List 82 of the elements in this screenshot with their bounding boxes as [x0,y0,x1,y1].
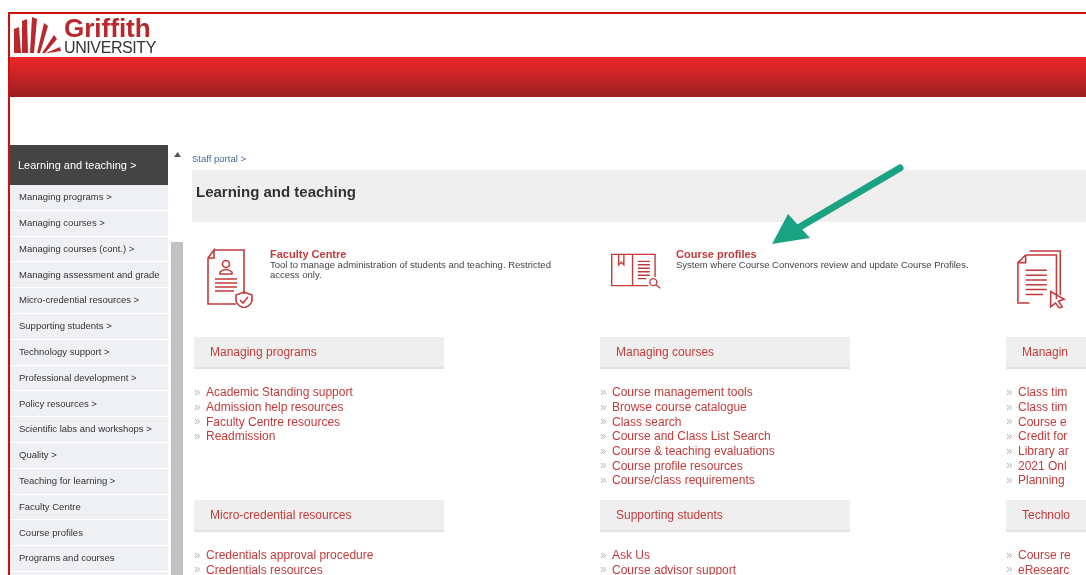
logo-wordmark: Griffith [64,17,151,39]
sidebar-item[interactable]: Programs and courses [10,546,168,572]
bullet-icon [195,404,200,410]
bullet-icon [1007,477,1012,483]
bullet-icon [601,567,606,573]
sidebar-item[interactable]: Policy resources > [10,391,168,418]
scroll-up-icon[interactable] [173,152,181,157]
bullet-icon [1007,552,1012,558]
bullet-icon [601,463,606,469]
breadcrumb-link[interactable]: Staff portal > [192,152,246,166]
sidebar-item[interactable]: Managing programs > [10,185,168,211]
logo-subtitle: UNIVERSITY [64,39,157,56]
section-title: Micro-credential resources [210,506,352,524]
resource-link[interactable]: Faculty Centre resources [206,414,341,429]
sidebar-item[interactable]: Course profiles [10,520,168,547]
sidebar-item[interactable]: Managing assessment and grade [10,262,168,289]
resource-link[interactable]: Browse course catalogue [612,400,747,415]
sidebar-item[interactable]: Scientific labs and workshops > [10,417,168,443]
resource-link[interactable]: Credentials resources [206,562,323,575]
bullet-icon [1007,419,1012,425]
bullet-icon [195,567,200,573]
bullet-icon [601,389,606,395]
resource-link[interactable]: Library ar [1018,444,1069,459]
section-title: Technolo [1022,506,1071,524]
resource-link[interactable]: Class search [612,414,682,429]
resource-link[interactable]: Credentials approval procedure [206,548,374,563]
sidebar-item[interactable]: Quality > [10,442,168,469]
resource-link[interactable]: Course profile resources [612,458,743,473]
sidebar-item[interactable]: Faculty Centre [10,494,168,521]
resource-link[interactable]: Credit for [1018,429,1068,444]
documents-icon [1016,248,1068,310]
resource-link[interactable]: Course and Class List Search [612,429,771,444]
tool-description: System where Course Convenors review and update Course Profiles. [676,260,970,270]
sidebar-item[interactable]: Managing courses > [10,210,168,237]
sidebar-item[interactable]: Managing courses (cont.) > [10,236,168,263]
tool-description: Tool to manage administration of students and teaching. Restricted access only. [270,260,552,280]
section-title: Managing courses [616,344,715,361]
resource-link[interactable]: Class tim [1018,385,1068,400]
resource-link[interactable]: Course/class requirements [612,473,755,488]
bullet-icon [1007,567,1012,573]
sidebar-item[interactable]: Technology support > [10,339,168,366]
tool-title-link[interactable]: Course profiles [676,248,757,260]
resource-link[interactable]: Admission help resources [206,400,344,415]
bullet-icon [601,477,606,483]
bullet-icon [1007,448,1012,454]
sidebar-item[interactable]: Supporting students > [10,314,168,340]
section-title: Managin [1022,344,1069,361]
bullet-icon [601,448,606,454]
resource-link[interactable]: Academic Standing support [206,385,353,400]
bullet-icon [601,433,606,439]
resource-link[interactable]: 2021 Onl [1018,458,1067,473]
bullet-icon [195,433,200,439]
resource-link[interactable]: Readmission [206,429,276,444]
bullet-icon [1007,404,1012,410]
sidebar-item[interactable]: Professional development > [10,365,168,392]
bullet-icon [195,552,200,558]
certificate-icon [206,248,254,308]
bullet-icon [195,419,200,425]
bullet-icon [601,552,606,558]
sidebar-heading[interactable]: Learning and teaching > [10,145,168,185]
section-title: Managing programs [210,344,317,361]
bullet-icon [1007,463,1012,469]
resource-link[interactable]: Class tim [1018,400,1068,415]
bullet-icon [601,404,606,410]
resource-link[interactable]: Course management tools [612,385,753,400]
resource-link[interactable]: eResearc [1018,562,1070,575]
tool-title-link[interactable]: Faculty Centre [270,248,347,260]
bullet-icon [1007,433,1012,439]
bullet-icon [195,389,200,395]
scrollbar-thumb[interactable] [171,242,183,575]
resource-link[interactable]: Course & teaching evaluations [612,444,775,459]
sidebar-item[interactable]: Micro-credential resources > [10,288,168,314]
resource-link[interactable]: Planning [1018,473,1065,488]
resource-link[interactable]: Ask Us [612,548,650,563]
resource-link[interactable]: Course e [1018,414,1067,429]
bullet-icon [1007,389,1012,395]
section-title: Supporting students [616,506,723,524]
bullet-icon [601,419,606,425]
logo-icon [12,15,62,53]
page-title: Learning and teaching [196,181,357,202]
sidebar-item[interactable]: Teaching for learning > [10,468,168,495]
resource-link[interactable]: Course re [1018,548,1071,563]
